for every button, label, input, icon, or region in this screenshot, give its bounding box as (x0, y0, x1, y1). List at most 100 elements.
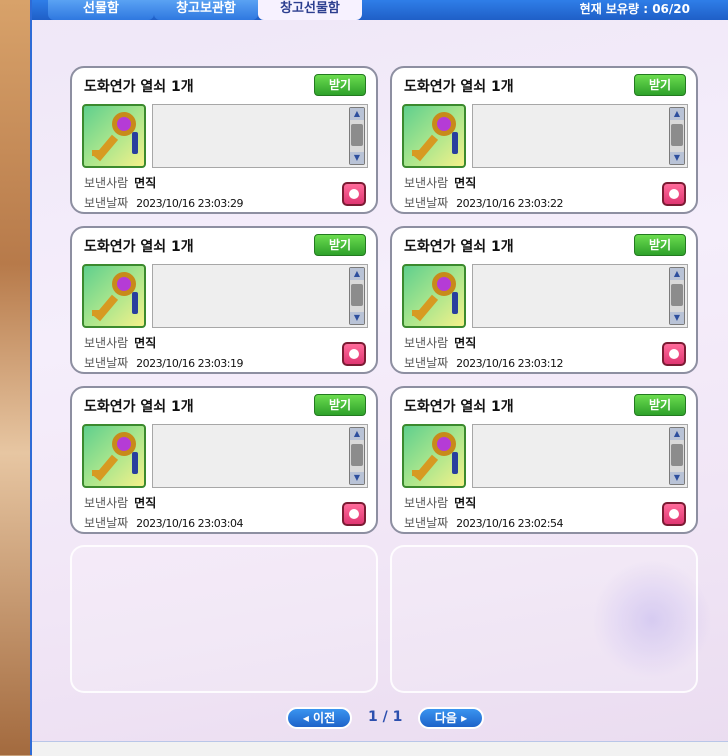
sender-row: 보낸사람 면직 (404, 334, 476, 351)
sender-name: 면직 (134, 496, 157, 510)
message-scrollbar[interactable]: ▲ ▼ (349, 267, 365, 325)
message-box: ▲ ▼ (152, 264, 368, 328)
message-box: ▲ ▼ (472, 264, 688, 328)
sent-date: 2023/10/16 23:03:22 (456, 197, 563, 210)
arrow-up-icon[interactable]: ▲ (350, 268, 364, 280)
message-scrollbar[interactable]: ▲ ▼ (349, 427, 365, 485)
arrow-down-icon[interactable]: ▼ (670, 472, 684, 484)
sender-row: 보낸사람 면직 (84, 334, 156, 351)
arrow-up-icon[interactable]: ▲ (350, 428, 364, 440)
key-icon (402, 104, 466, 168)
scroll-thumb[interactable] (351, 124, 363, 146)
message-box: ▲ ▼ (472, 424, 688, 488)
tab-gift-box[interactable]: 선물함 (48, 0, 154, 20)
sender-name: 면직 (454, 336, 477, 350)
receive-button[interactable]: 받기 (634, 394, 686, 416)
sender-row: 보낸사람 면직 (84, 494, 156, 511)
holding-count: 현재 보유량 : 06/20 (579, 2, 690, 16)
scroll-thumb[interactable] (351, 444, 363, 466)
receive-button[interactable]: 받기 (634, 74, 686, 96)
arrow-down-icon[interactable]: ▼ (350, 472, 364, 484)
trash-icon[interactable] (662, 182, 686, 206)
trash-icon[interactable] (662, 502, 686, 526)
date-label: 보낸날짜 (404, 516, 449, 530)
scroll-thumb[interactable] (671, 444, 683, 466)
key-icon (82, 424, 146, 488)
sent-date: 2023/10/16 23:02:54 (456, 517, 563, 530)
sender-label: 보낸사람 (404, 496, 449, 510)
date-row: 보낸날짜 2023/10/16 23:03:04 (84, 514, 243, 531)
arrow-up-icon[interactable]: ▲ (670, 268, 684, 280)
arrow-up-icon[interactable]: ▲ (350, 108, 364, 120)
bottom-bar (32, 741, 728, 756)
sender-label: 보낸사람 (404, 336, 449, 350)
arrow-down-icon[interactable]: ▼ (670, 152, 684, 164)
sender-label: 보낸사람 (84, 176, 129, 190)
sender-name: 면직 (134, 176, 157, 190)
sender-name: 면직 (454, 176, 477, 190)
card-title: 도화연가 열쇠 1개 (84, 399, 194, 415)
key-icon (402, 424, 466, 488)
card-title: 도화연가 열쇠 1개 (404, 79, 514, 95)
page-indicator: 1 / 1 (368, 709, 403, 725)
card-title: 도화연가 열쇠 1개 (84, 79, 194, 95)
message-box: ▲ ▼ (472, 104, 688, 168)
sender-row: 보낸사람 면직 (84, 174, 156, 191)
arrow-down-icon[interactable]: ▼ (350, 152, 364, 164)
date-label: 보낸날짜 (84, 356, 129, 370)
gift-card: 도화연가 열쇠 1개 받기 ▲ ▼ 보낸사람 면직 보낸날짜 2023/10/16 … (390, 66, 698, 214)
sender-row: 보낸사람 면직 (404, 494, 476, 511)
gift-card: 도화연가 열쇠 1개 받기 ▲ ▼ 보낸사람 면직 보낸날짜 2023/10/16 … (390, 226, 698, 374)
empty-gift-slot (390, 545, 698, 693)
prev-page-button[interactable]: ◂ 이전 (286, 707, 352, 729)
receive-button[interactable]: 받기 (314, 394, 366, 416)
message-box: ▲ ▼ (152, 424, 368, 488)
message-scrollbar[interactable]: ▲ ▼ (349, 107, 365, 165)
sender-name: 면직 (454, 496, 477, 510)
trash-icon[interactable] (662, 342, 686, 366)
trash-icon[interactable] (342, 502, 366, 526)
scroll-thumb[interactable] (671, 284, 683, 306)
sent-date: 2023/10/16 23:03:29 (136, 197, 243, 210)
gift-card: 도화연가 열쇠 1개 받기 ▲ ▼ 보낸사람 면직 보낸날짜 2023/10/16 … (70, 226, 378, 374)
scroll-thumb[interactable] (671, 124, 683, 146)
date-row: 보낸날짜 2023/10/16 23:03:29 (84, 194, 243, 211)
scroll-thumb[interactable] (351, 284, 363, 306)
pagination: ◂ 이전 1 / 1 다음 ▸ (32, 707, 728, 731)
gift-card: 도화연가 열쇠 1개 받기 ▲ ▼ 보낸사람 면직 보낸날짜 2023/10/16 … (70, 66, 378, 214)
sent-date: 2023/10/16 23:03:12 (456, 357, 563, 370)
empty-gift-slot (70, 545, 378, 693)
date-row: 보낸날짜 2023/10/16 23:02:54 (404, 514, 563, 531)
sent-date: 2023/10/16 23:03:04 (136, 517, 243, 530)
tab-storage-box[interactable]: 창고보관함 (154, 0, 258, 20)
key-icon (402, 264, 466, 328)
arrow-down-icon[interactable]: ▼ (670, 312, 684, 324)
date-row: 보낸날짜 2023/10/16 23:03:12 (404, 354, 563, 371)
tab-storage-gift-box[interactable]: 창고선물함 (258, 0, 362, 20)
arrow-up-icon[interactable]: ▲ (670, 428, 684, 440)
receive-button[interactable]: 받기 (634, 234, 686, 256)
message-scrollbar[interactable]: ▲ ▼ (669, 107, 685, 165)
gift-card: 도화연가 열쇠 1개 받기 ▲ ▼ 보낸사람 면직 보낸날짜 2023/10/16 … (70, 386, 378, 534)
key-icon (82, 264, 146, 328)
receive-button[interactable]: 받기 (314, 234, 366, 256)
date-label: 보낸날짜 (404, 356, 449, 370)
message-box: ▲ ▼ (152, 104, 368, 168)
card-title: 도화연가 열쇠 1개 (404, 399, 514, 415)
sender-row: 보낸사람 면직 (404, 174, 476, 191)
next-page-button[interactable]: 다음 ▸ (418, 707, 484, 729)
date-label: 보낸날짜 (84, 196, 129, 210)
trash-icon[interactable] (342, 342, 366, 366)
arrow-up-icon[interactable]: ▲ (670, 108, 684, 120)
card-title: 도화연가 열쇠 1개 (404, 239, 514, 255)
receive-button[interactable]: 받기 (314, 74, 366, 96)
date-label: 보낸날짜 (84, 516, 129, 530)
sender-name: 면직 (134, 336, 157, 350)
trash-icon[interactable] (342, 182, 366, 206)
background-left-strip (0, 0, 30, 755)
arrow-down-icon[interactable]: ▼ (350, 312, 364, 324)
message-scrollbar[interactable]: ▲ ▼ (669, 267, 685, 325)
sender-label: 보낸사람 (84, 496, 129, 510)
date-row: 보낸날짜 2023/10/16 23:03:19 (84, 354, 243, 371)
message-scrollbar[interactable]: ▲ ▼ (669, 427, 685, 485)
